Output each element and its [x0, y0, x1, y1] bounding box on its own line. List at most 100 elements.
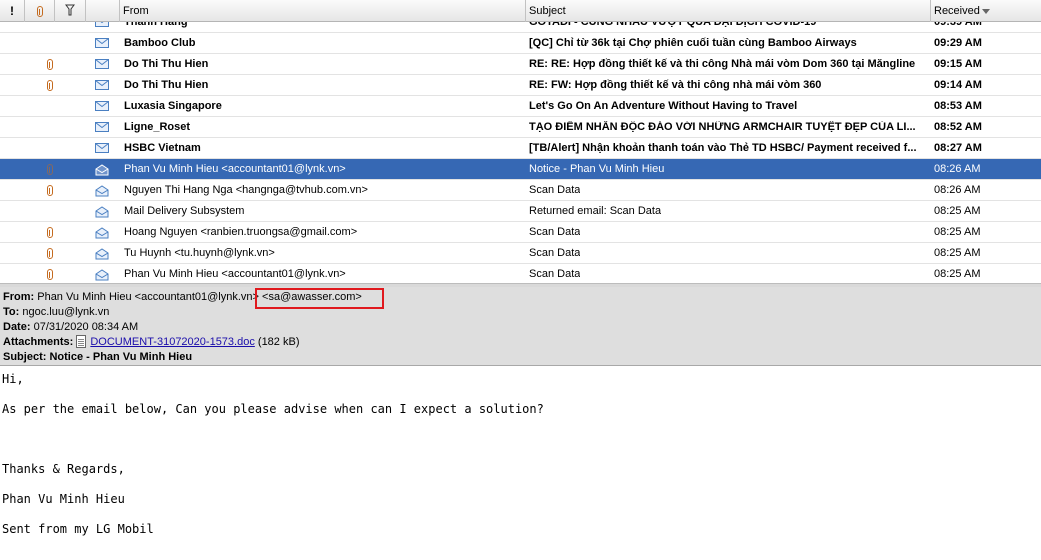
row-from: Luxasia Singapore — [124, 100, 222, 112]
row-status-cell — [86, 117, 120, 138]
column-attachment[interactable] — [25, 0, 55, 22]
row-flag-cell[interactable] — [55, 138, 86, 159]
attachment-link[interactable]: DOCUMENT-31072020-1573.doc — [90, 336, 254, 348]
column-status[interactable] — [86, 0, 120, 22]
row-importance-cell[interactable] — [0, 201, 25, 222]
row-received-cell: 08:53 AM — [931, 96, 1041, 117]
envelope-open-icon — [95, 206, 109, 218]
message-row[interactable]: HSBC Vietnam [TB/Alert] Nhận khoản thanh … — [0, 138, 1041, 159]
row-subject: RE: RE: Hợp đồng thiết kế và thi công Nh… — [529, 58, 916, 70]
row-importance-cell[interactable] — [0, 75, 25, 96]
message-row[interactable]: Phan Vu Minh Hieu <accountant01@lynk.vn>… — [0, 264, 1041, 283]
message-row[interactable]: Bamboo Club [QC] Chỉ từ 36k tại Chợ phiên… — [0, 33, 1041, 54]
row-from: Mail Delivery Subsystem — [124, 205, 245, 217]
message-list[interactable]: Thanh Hang GOTADI - CÙNG NHAU VƯỢT QUA ĐẠ… — [0, 0, 1041, 283]
envelope-closed-icon — [95, 38, 109, 48]
row-flag-cell[interactable] — [55, 243, 86, 264]
body-line-1: As per the email below, Can you please a… — [2, 402, 544, 416]
row-importance-cell[interactable] — [0, 159, 25, 180]
row-received-cell: 08:25 AM — [931, 243, 1041, 264]
message-row[interactable]: Hoang Nguyen <ranbien.truongsa@gmail.com… — [0, 222, 1041, 243]
row-received: 08:26 AM — [934, 184, 981, 196]
row-status-cell — [86, 201, 120, 222]
row-importance-cell[interactable] — [0, 33, 25, 54]
message-row[interactable]: Phan Vu Minh Hieu <accountant01@lynk.vn>… — [0, 159, 1041, 180]
annotation-highlight-box — [255, 288, 384, 309]
row-flag-cell[interactable] — [55, 222, 86, 243]
message-row[interactable]: Luxasia Singapore Let's Go On An Adventur… — [0, 96, 1041, 117]
row-importance-cell[interactable] — [0, 222, 25, 243]
column-received[interactable]: Received — [931, 0, 1041, 22]
body-sent-from: Sent from my LG Mobil — [2, 522, 154, 536]
paperclip-icon — [47, 163, 53, 175]
attachment-size: (182 kB) — [257, 336, 300, 348]
row-importance-cell[interactable] — [0, 243, 25, 264]
header-to-line: To: ngoc.luu@lynk.vn — [3, 305, 1041, 320]
column-from[interactable]: From — [120, 0, 526, 22]
row-from-cell: Bamboo Club — [120, 33, 526, 54]
row-flag-cell[interactable] — [55, 117, 86, 138]
row-flag-cell[interactable] — [55, 159, 86, 180]
row-attachment-cell — [25, 117, 55, 138]
row-subject: TẠO ĐIỂM NHẤN ĐỘC ĐÁO VỚI NHỮNG ARMCHAIR… — [529, 121, 916, 133]
column-flag[interactable] — [55, 0, 86, 22]
row-status-cell — [86, 138, 120, 159]
row-flag-cell[interactable] — [55, 33, 86, 54]
row-attachment-cell — [25, 201, 55, 222]
row-flag-cell[interactable] — [55, 54, 86, 75]
row-from: Ligne_Roset — [124, 121, 191, 133]
row-importance-cell[interactable] — [0, 96, 25, 117]
message-row[interactable]: Mail Delivery Subsystem Returned email: S… — [0, 201, 1041, 222]
envelope-open-icon — [95, 164, 109, 176]
row-from-cell: Hoang Nguyen <ranbien.truongsa@gmail.com… — [120, 222, 526, 243]
header-to-value[interactable]: ngoc.luu@lynk.vn — [22, 306, 109, 318]
row-attachment-cell — [25, 138, 55, 159]
row-received: 08:25 AM — [934, 205, 981, 217]
row-flag-cell[interactable] — [55, 264, 86, 284]
row-subject: [QC] Chỉ từ 36k tại Chợ phiên cuối tuần … — [529, 37, 857, 49]
header-attachments-label: Attachments: — [3, 336, 74, 348]
body-closing: Thanks & Regards, — [2, 462, 125, 476]
message-row[interactable]: Nguyen Thi Hang Nga <hangnga@tvhub.com.v… — [0, 180, 1041, 201]
header-subject-line: Subject: Notice - Phan Vu Minh Hieu — [3, 350, 1041, 365]
row-from-cell: Do Thi Thu Hien — [120, 75, 526, 96]
column-importance[interactable]: ! — [0, 0, 25, 22]
row-subject-cell: Scan Data — [526, 243, 931, 264]
envelope-open-icon — [95, 227, 109, 239]
row-status-cell — [86, 264, 120, 284]
row-subject: Scan Data — [529, 184, 581, 196]
row-status-cell — [86, 159, 120, 180]
message-row[interactable]: Tu Huynh <tu.huynh@lynk.vn> Scan Data 08:2… — [0, 243, 1041, 264]
row-subject-cell: [TB/Alert] Nhận khoản thanh toán vào Thẻ… — [526, 138, 931, 159]
row-importance-cell[interactable] — [0, 264, 25, 284]
header-subject-value: Notice - Phan Vu Minh Hieu — [49, 351, 193, 363]
row-attachment-cell — [25, 54, 55, 75]
row-received: 08:53 AM — [934, 100, 982, 112]
message-row[interactable]: Do Thi Thu Hien RE: RE: Hợp đồng thiết kế… — [0, 54, 1041, 75]
row-flag-cell[interactable] — [55, 201, 86, 222]
envelope-open-icon — [95, 269, 109, 281]
header-attachments-line: Attachments: DOCUMENT-31072020-1573.doc … — [3, 335, 1041, 350]
row-received: 09:15 AM — [934, 58, 982, 70]
header-to-label: To: — [3, 306, 20, 318]
header-from-value[interactable]: Phan Vu Minh Hieu <accountant01@lynk.vn> — [37, 291, 259, 303]
row-flag-cell[interactable] — [55, 96, 86, 117]
row-importance-cell[interactable] — [0, 54, 25, 75]
row-status-cell — [86, 243, 120, 264]
row-importance-cell[interactable] — [0, 180, 25, 201]
row-importance-cell[interactable] — [0, 138, 25, 159]
message-row[interactable]: Ligne_Roset TẠO ĐIỂM NHẤN ĐỘC ĐÁO VỚI NHỮ… — [0, 117, 1041, 138]
message-body[interactable]: Hi, As per the email below, Can you plea… — [2, 372, 1037, 537]
row-received-cell: 09:29 AM — [931, 33, 1041, 54]
row-subject-cell: Scan Data — [526, 222, 931, 243]
paperclip-icon — [47, 226, 53, 238]
row-from: Bamboo Club — [124, 37, 196, 49]
column-subject-label: Subject — [529, 5, 566, 17]
message-row[interactable]: Do Thi Thu Hien RE: FW: Hợp đồng thiết kế… — [0, 75, 1041, 96]
row-flag-cell[interactable] — [55, 75, 86, 96]
row-received-cell: 08:26 AM — [931, 180, 1041, 201]
row-status-cell — [86, 96, 120, 117]
row-flag-cell[interactable] — [55, 180, 86, 201]
row-importance-cell[interactable] — [0, 117, 25, 138]
column-subject[interactable]: Subject — [526, 0, 931, 22]
